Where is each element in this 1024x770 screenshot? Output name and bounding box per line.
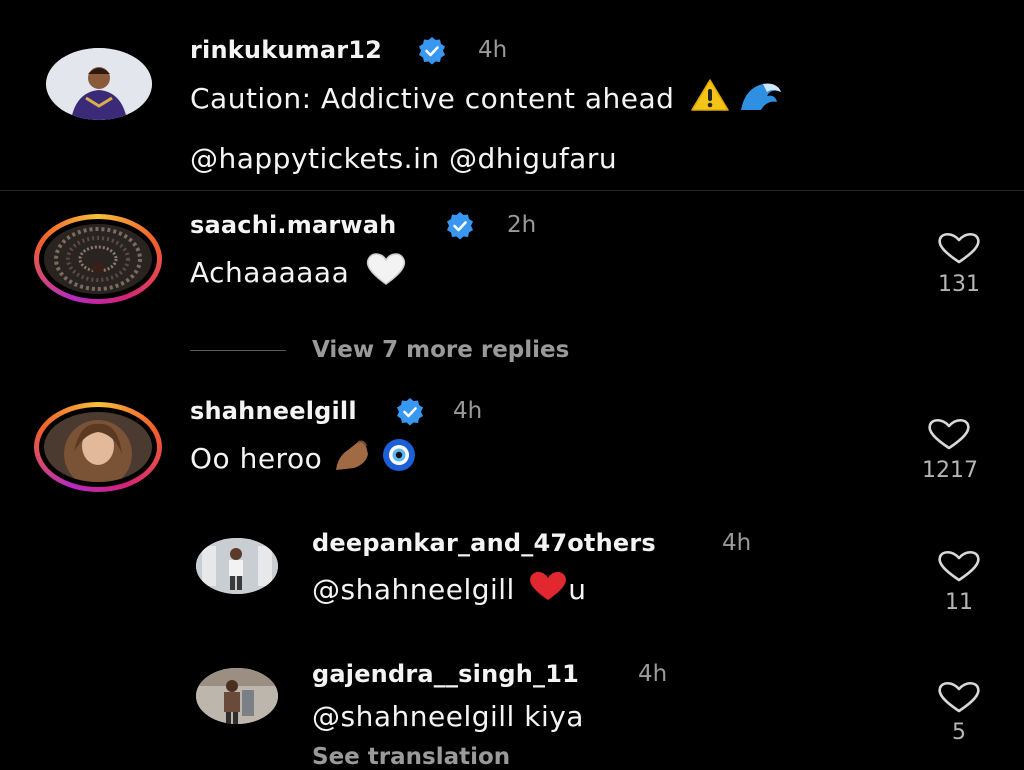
post-divider bbox=[0, 190, 1024, 191]
evil-eye-emoji-icon bbox=[381, 438, 417, 479]
pinched-fingers-emoji-icon bbox=[332, 438, 372, 479]
red-heart-emoji-icon bbox=[528, 570, 568, 609]
reply-avatar[interactable] bbox=[196, 668, 278, 724]
view-replies-line bbox=[190, 350, 286, 351]
reply-time: 4h bbox=[638, 661, 668, 687]
like-heart-icon[interactable] bbox=[936, 550, 982, 586]
like-heart-icon[interactable] bbox=[926, 418, 972, 454]
comment-text-content: Oo heroo bbox=[190, 442, 323, 475]
reply-username[interactable]: deepankar_and_47others bbox=[312, 529, 656, 557]
comment-avatar-ring[interactable] bbox=[34, 402, 162, 492]
like-count: 131 bbox=[938, 272, 980, 297]
like-count: 11 bbox=[945, 590, 973, 615]
post-mentions[interactable]: @happytickets.in @dhigufaru bbox=[190, 142, 617, 175]
comment-time: 4h bbox=[453, 398, 483, 424]
post-caption-text: Caution: Addictive content ahead bbox=[190, 82, 675, 115]
reply-avatar[interactable] bbox=[196, 538, 278, 594]
warning-emoji-icon bbox=[690, 78, 730, 119]
comment-text: Achaaaaaa bbox=[190, 252, 407, 293]
reply-text-suffix: u bbox=[568, 573, 587, 606]
comment-username[interactable]: saachi.marwah bbox=[190, 211, 396, 239]
reply-text: @shahneelgill kiya bbox=[312, 700, 584, 733]
post-author-avatar[interactable] bbox=[46, 48, 152, 120]
like-heart-icon[interactable] bbox=[936, 681, 982, 717]
comment-avatar bbox=[44, 412, 152, 482]
reply-mention-link[interactable]: @shahneelgill bbox=[312, 573, 515, 606]
like-count: 5 bbox=[952, 720, 966, 745]
reply-text: @shahneelgill u bbox=[312, 570, 586, 609]
post-caption: Caution: Addictive content ahead bbox=[190, 78, 783, 119]
reply-username[interactable]: gajendra__singh_11 bbox=[312, 660, 579, 688]
reply-time: 4h bbox=[722, 530, 752, 556]
view-more-replies-button[interactable]: View 7 more replies bbox=[312, 337, 569, 363]
comment-avatar bbox=[44, 224, 152, 294]
verified-badge-icon bbox=[394, 396, 426, 432]
comment-username[interactable]: shahneelgill bbox=[190, 397, 357, 425]
wave-emoji-icon bbox=[739, 78, 783, 119]
verified-badge-icon bbox=[416, 35, 448, 71]
like-count: 1217 bbox=[922, 458, 978, 483]
post-time: 4h bbox=[478, 37, 508, 63]
verified-badge-icon bbox=[444, 210, 476, 246]
see-translation-link[interactable]: See translation bbox=[312, 744, 510, 770]
comment-avatar-ring[interactable] bbox=[34, 214, 162, 304]
comment-time: 2h bbox=[507, 212, 537, 238]
like-heart-icon[interactable] bbox=[936, 232, 982, 268]
post-author-username[interactable]: rinkukumar12 bbox=[190, 36, 382, 64]
comment-text: Oo heroo bbox=[190, 438, 417, 479]
white-heart-emoji-icon bbox=[365, 252, 407, 293]
comment-text-content: Achaaaaaa bbox=[190, 256, 350, 289]
